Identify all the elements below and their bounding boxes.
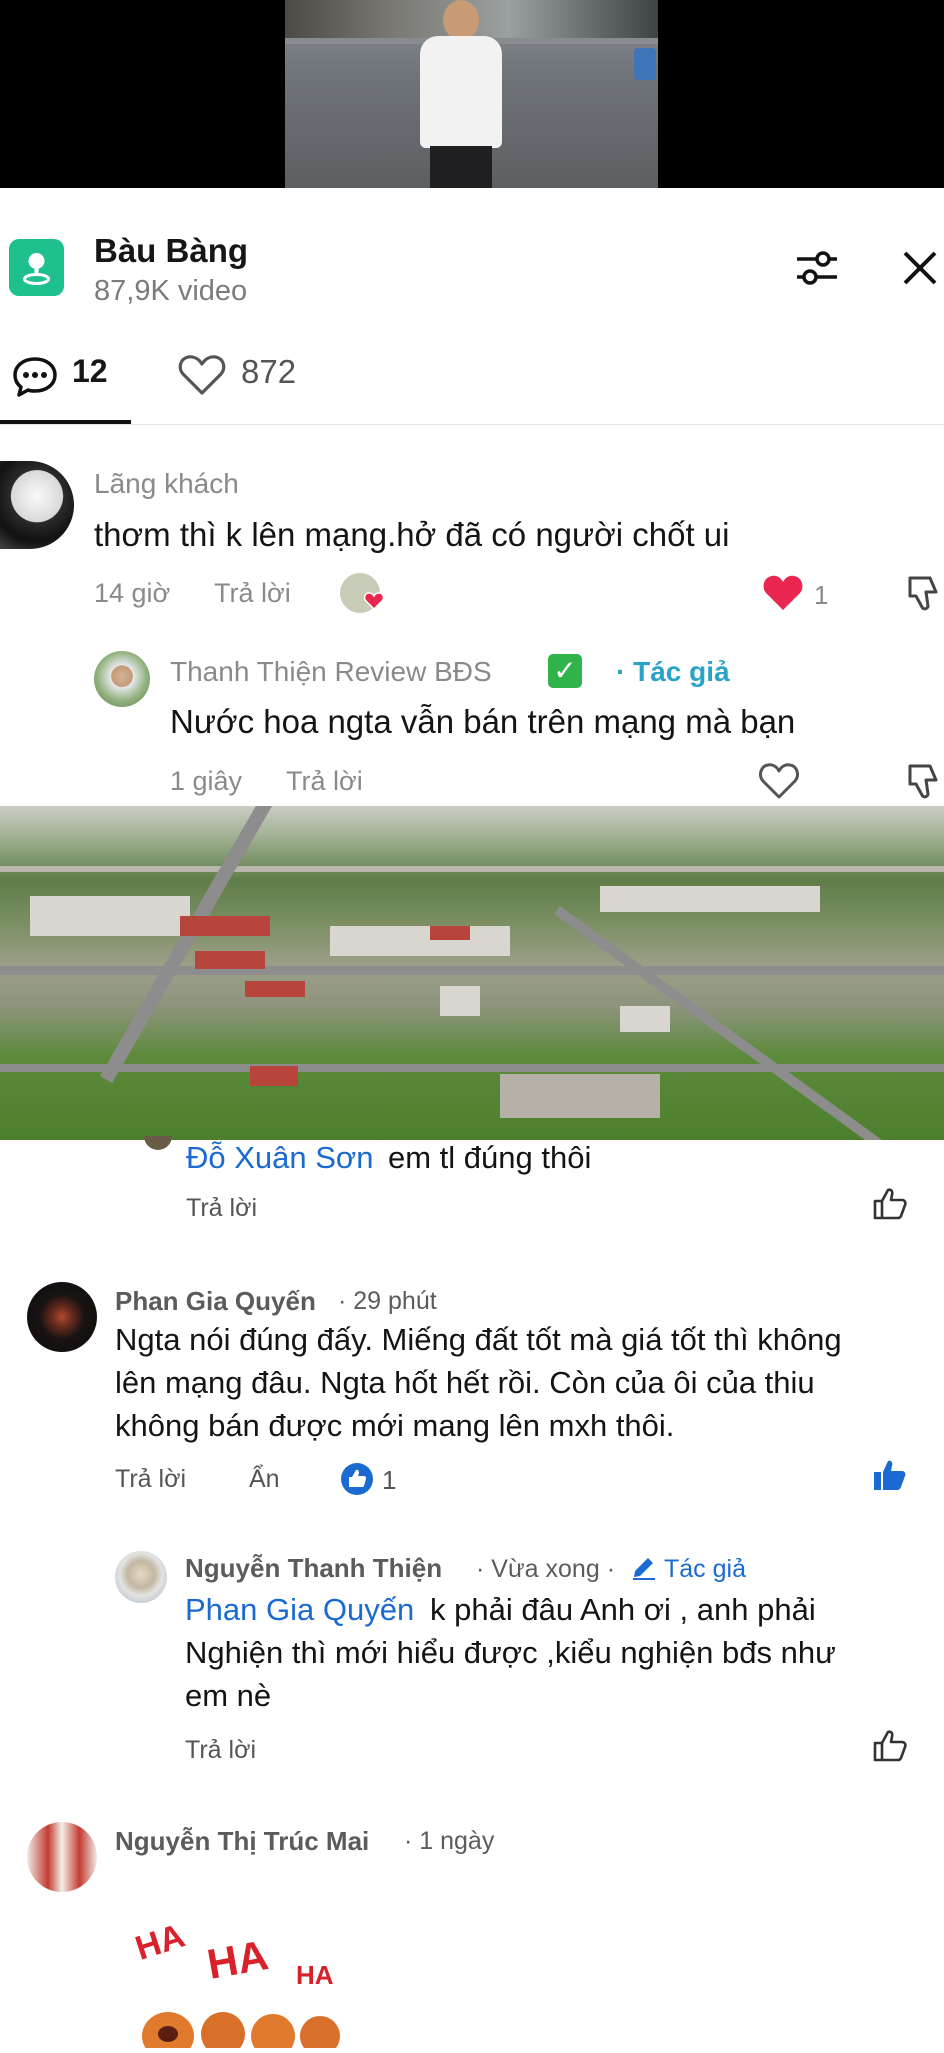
video-preview[interactable] xyxy=(0,0,944,188)
comment-author[interactable]: Phan Gia Quyến xyxy=(115,1286,316,1317)
presenter-trousers xyxy=(430,146,492,188)
sticker-text: HA xyxy=(204,1931,272,1988)
avatar[interactable] xyxy=(0,461,74,549)
reaction-count[interactable]: 1 xyxy=(382,1465,396,1496)
aerial-photo xyxy=(0,806,944,1140)
heart-outline-icon[interactable] xyxy=(178,354,226,401)
reply-button[interactable]: Trả lời xyxy=(186,1194,257,1223)
comment-text-line: lên mạng đâu. Ngta hốt hết rồi. Còn của … xyxy=(115,1365,815,1400)
small-heart-icon xyxy=(363,592,385,615)
comment-time: · Vừa xong · xyxy=(476,1555,616,1583)
trash-bin xyxy=(634,48,656,80)
comment-text: thơm thì k lên mạng.hở đã có người chốt … xyxy=(94,516,730,553)
comment-text: em tl đúng thôi xyxy=(388,1140,592,1175)
comment-text-line: k phải đâu Anh ơi , anh phải xyxy=(430,1592,816,1627)
filter-icon[interactable] xyxy=(795,246,839,290)
video-thumbnail[interactable] xyxy=(285,0,658,188)
location-pin-icon[interactable] xyxy=(9,239,64,296)
dislike-icon[interactable] xyxy=(906,574,944,619)
like-reaction-icon xyxy=(340,1462,374,1501)
divider xyxy=(0,424,944,425)
avatar[interactable] xyxy=(27,1822,97,1892)
heart-outline-icon[interactable] xyxy=(758,762,800,805)
comment-author[interactable]: Nguyễn Thanh Thiện xyxy=(185,1553,442,1584)
presenter-head xyxy=(443,0,479,40)
avatar[interactable] xyxy=(144,1136,172,1150)
verified-check-icon: ✓ xyxy=(548,654,582,688)
comment-bubble-icon[interactable] xyxy=(12,356,58,403)
comment-author[interactable]: Lãng khách xyxy=(94,468,239,500)
comment-like-count: 1 xyxy=(814,580,829,610)
reply-button[interactable]: Trả lời xyxy=(286,766,363,797)
comment-text-line: không bán được mới mang lên mxh thôi. xyxy=(115,1408,675,1443)
author-badge: Tác giả xyxy=(664,1555,746,1583)
sticker-text: HA xyxy=(131,1917,189,1968)
hide-button[interactable]: Ẩn xyxy=(249,1465,280,1494)
comment-time: · 29 phút xyxy=(338,1287,437,1315)
like-outline-icon[interactable] xyxy=(872,1729,908,1768)
comment-text-line: Ngta nói đúng đấy. Miếng đất tốt mà giá … xyxy=(115,1322,842,1357)
avatar[interactable] xyxy=(94,651,150,707)
comment-time: · 1 ngày xyxy=(404,1827,495,1855)
heart-filled-icon[interactable] xyxy=(762,574,804,617)
comment-text: Nước hoa ngta vẫn bán trên mạng mà bạn xyxy=(170,703,796,740)
like-outline-icon[interactable] xyxy=(872,1187,908,1226)
dislike-icon[interactable] xyxy=(906,762,944,807)
comment-time: 14 giờ xyxy=(94,578,171,608)
avatar[interactable] xyxy=(27,1282,97,1352)
reply-button[interactable]: Trả lời xyxy=(214,578,291,609)
comment-time: 1 giây xyxy=(170,766,243,796)
comment-count[interactable]: 12 xyxy=(72,353,108,390)
like-filled-icon[interactable] xyxy=(872,1458,908,1497)
avatar[interactable] xyxy=(115,1551,167,1603)
presenter-shirt xyxy=(420,36,502,148)
comment-author[interactable]: Thanh Thiện Review BĐS xyxy=(170,656,492,688)
mention-link[interactable]: Đỗ Xuân Sơn xyxy=(186,1140,374,1176)
location-title: Bàu Bàng xyxy=(94,232,249,269)
location-video-count: 87,9K video xyxy=(94,275,248,307)
like-count[interactable]: 872 xyxy=(241,353,296,391)
pencil-icon xyxy=(630,1553,658,1586)
comment-author[interactable]: Nguyễn Thị Trúc Mai xyxy=(115,1826,369,1857)
sticker-text: HA xyxy=(296,1960,334,1990)
close-icon[interactable] xyxy=(902,250,938,286)
author-badge: · Tác giả xyxy=(616,656,730,687)
mention-link[interactable]: Phan Gia Quyến xyxy=(185,1592,414,1628)
comment-text-line: em nè xyxy=(185,1678,272,1713)
reply-button[interactable]: Trả lời xyxy=(115,1465,186,1494)
laughing-sticker: HA HA HA xyxy=(128,1904,358,2053)
comment-text-line: Nghiện thì mới hiểu được ,kiểu nghiện bđ… xyxy=(185,1635,836,1670)
reply-button[interactable]: Trả lời xyxy=(185,1736,256,1765)
